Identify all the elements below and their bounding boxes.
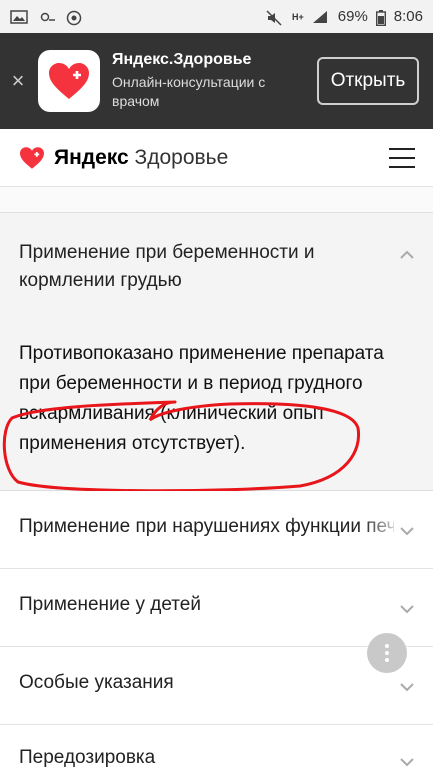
- app-install-banner: × Яндекс.Здоровье Онлайн-консультации с …: [0, 33, 433, 129]
- accordion-pregnancy-body: Противопоказано применение препарата при…: [19, 343, 384, 454]
- chevron-down-icon[interactable]: [399, 754, 415, 770]
- chevron-down-icon[interactable]: [399, 601, 415, 617]
- accordion-pregnancy-title[interactable]: Применение при беременности и кормлении …: [19, 239, 379, 295]
- brand-zdorovie: Здоровье: [134, 145, 229, 169]
- brand-yandex: Яндекс: [54, 145, 129, 169]
- gallery-notification-icon: [10, 9, 28, 24]
- status-bar: H+ 69% 8:06: [0, 0, 433, 33]
- heart-logo-icon: [49, 63, 89, 99]
- weather-notification-icon: [38, 10, 56, 24]
- mute-icon: [266, 9, 284, 26]
- section-divider: [0, 187, 433, 213]
- heart-logo-icon: [20, 146, 44, 169]
- accordion-row-label: Передозировка: [19, 747, 156, 768]
- brand-logo[interactable]: Яндекс Здоровье: [18, 146, 228, 170]
- app-logo: [38, 50, 100, 112]
- chrome-notification-icon: [66, 10, 84, 25]
- banner-subtitle: Онлайн-консультации с врачом: [112, 74, 266, 109]
- battery-icon: [375, 9, 386, 26]
- open-app-button[interactable]: Открыть: [317, 57, 419, 105]
- network-type: H+: [292, 11, 304, 22]
- battery-percent: 69%: [337, 8, 368, 25]
- accordion-row-overdose[interactable]: Передозировка: [0, 725, 433, 770]
- signal-icon: [312, 10, 330, 24]
- accordion-row-liver[interactable]: Применение при нарушениях функции печени: [0, 491, 433, 569]
- clock: 8:06: [393, 8, 423, 25]
- site-header: Яндекс Здоровье: [0, 129, 433, 187]
- hamburger-icon[interactable]: [389, 147, 415, 168]
- accordion-row-label: Применение при нарушениях функции печени: [19, 516, 394, 537]
- accordion-pregnancy: Применение при беременности и кормлении …: [0, 213, 433, 491]
- banner-app-name: Яндекс.Здоровье: [112, 51, 252, 68]
- accordion-row-label: Особые указания: [19, 672, 174, 693]
- accordion-row-children[interactable]: Применение у детей: [0, 569, 433, 647]
- chevron-up-icon[interactable]: [399, 247, 415, 263]
- chevron-down-icon[interactable]: [399, 679, 415, 695]
- accordion-row-label: Применение у детей: [19, 594, 201, 615]
- more-vertical-icon[interactable]: [367, 633, 407, 673]
- banner-close-button[interactable]: ×: [0, 68, 36, 94]
- chevron-down-icon[interactable]: [399, 523, 415, 539]
